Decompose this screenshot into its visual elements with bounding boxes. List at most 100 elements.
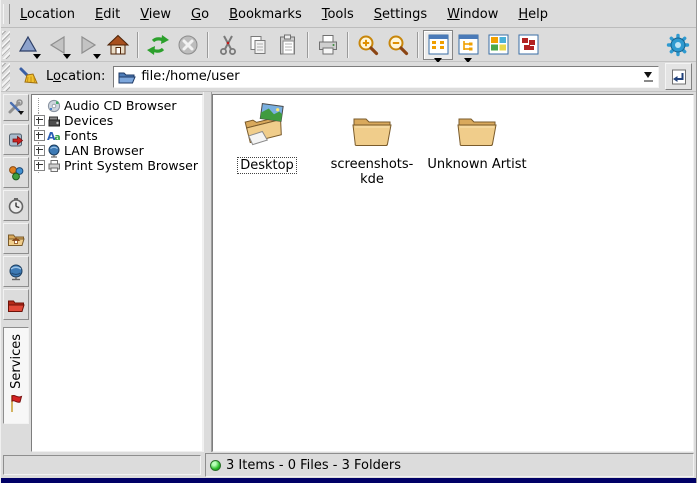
cut-icon — [216, 33, 240, 57]
devices-balls-icon — [7, 164, 25, 182]
menu-go[interactable]: Go — [181, 3, 219, 26]
icon-view-button[interactable] — [423, 30, 453, 60]
go-button[interactable] — [665, 63, 692, 90]
network-globe-icon — [7, 263, 25, 281]
fonts-aa-icon: Aa — [46, 128, 62, 143]
tree-item-fonts[interactable]: Aa Fonts — [32, 128, 202, 143]
main-status-field: 3 Items - 0 Files - 3 Folders — [205, 453, 694, 477]
paste-icon — [276, 33, 300, 57]
menu-location[interactable]: Location — [10, 3, 85, 26]
file-item-desktop[interactable]: Desktop — [221, 101, 313, 174]
sidebar-tab-home[interactable] — [3, 223, 29, 254]
globe-icon — [46, 143, 62, 158]
kde-gear-icon — [666, 33, 690, 57]
desktop-folder-icon — [241, 101, 293, 147]
panel-splitter[interactable] — [203, 92, 212, 452]
sidebar-configure-button[interactable] — [3, 94, 29, 121]
tree-expander[interactable] — [32, 143, 46, 158]
sidebar-tab-bookmarks[interactable] — [3, 124, 29, 155]
kde-gear-button[interactable] — [663, 30, 693, 60]
go-enter-icon — [670, 68, 688, 86]
file-label-unknown-artist[interactable]: Unknown Artist — [425, 157, 528, 172]
clear-location-button[interactable] — [15, 64, 40, 89]
location-toolbar: Location: file:/home/user — [1, 62, 696, 92]
toolbar-separator — [417, 32, 419, 58]
main-area: Services Audio CD Browser — [1, 92, 696, 452]
zoom-in-icon — [356, 33, 380, 57]
file-item-screenshots-kde[interactable]: screenshots-kde — [323, 101, 421, 187]
menu-bookmarks[interactable]: Bookmarks — [219, 3, 312, 26]
menu-edit[interactable]: Edit — [85, 3, 130, 26]
home-folder-icon — [7, 230, 25, 248]
printer-icon — [46, 158, 62, 173]
clear-location-broom-icon — [17, 66, 39, 88]
forward-dropdown-arrow[interactable] — [93, 54, 101, 59]
tree-item-lan-browser[interactable]: LAN Browser — [32, 143, 202, 158]
locationbar-drag-handle[interactable] — [2, 63, 10, 91]
zoom-in-button[interactable] — [353, 30, 383, 60]
sidebar-tab-history[interactable] — [3, 190, 29, 221]
file-label-desktop[interactable]: Desktop — [237, 157, 297, 174]
sidebar-tab-services[interactable]: Services — [3, 327, 29, 424]
menubar-drag-handle[interactable] — [3, 4, 10, 24]
statusbar: 3 Items - 0 Files - 3 Folders — [1, 452, 696, 478]
menu-tools[interactable]: Tools — [312, 3, 364, 26]
zoom-out-icon — [386, 33, 410, 57]
sidebar-tab-devices[interactable] — [3, 157, 29, 188]
location-combo-dropdown[interactable] — [640, 68, 656, 86]
tree-item-audio-cd-browser[interactable]: Audio CD Browser — [32, 98, 202, 113]
folder-icon-view[interactable]: Desktop screenshots-kde — [212, 94, 694, 452]
tree-item-label: Audio CD Browser — [64, 98, 176, 113]
sidebar-tab-network[interactable] — [3, 256, 29, 287]
forward-button[interactable] — [73, 30, 103, 60]
stop-button[interactable] — [173, 30, 203, 60]
folder-icon — [350, 101, 394, 147]
reload-icon — [146, 33, 170, 57]
sidebar-tab-root[interactable] — [3, 289, 29, 320]
tree-guide — [32, 98, 46, 113]
status-text: 3 Items - 0 Files - 3 Folders — [226, 458, 401, 473]
multicolumn-view-icon — [488, 34, 509, 55]
toolbar-drag-handle[interactable] — [2, 31, 10, 59]
menu-window[interactable]: Window — [437, 3, 508, 26]
file-item-unknown-artist[interactable]: Unknown Artist — [421, 101, 533, 172]
status-led-icon — [210, 460, 221, 471]
main-toolbar — [1, 28, 696, 62]
location-input[interactable]: file:/home/user — [141, 69, 640, 84]
svg-text:a: a — [55, 133, 61, 143]
tree-expander[interactable] — [32, 158, 46, 173]
up-dropdown-arrow[interactable] — [33, 54, 41, 59]
menu-help[interactable]: Help — [508, 3, 558, 26]
menu-view[interactable]: View — [130, 3, 181, 26]
toolbar-separator — [307, 32, 309, 58]
copy-icon — [246, 33, 270, 57]
back-dropdown-arrow[interactable] — [63, 54, 71, 59]
tree-expander[interactable] — [32, 113, 46, 128]
location-label: Location: — [46, 69, 105, 84]
folder-icon — [455, 101, 499, 147]
tree-item-devices[interactable]: Devices — [32, 113, 202, 128]
reload-button[interactable] — [143, 30, 173, 60]
home-button[interactable] — [103, 30, 133, 60]
toolbar-separator — [207, 32, 209, 58]
open-folder-icon — [118, 69, 136, 84]
detail-view-button[interactable] — [513, 30, 543, 60]
tree-view-button[interactable] — [453, 30, 483, 60]
multicolumn-view-button[interactable] — [483, 30, 513, 60]
menu-settings[interactable]: Settings — [364, 3, 437, 26]
flag-icon — [8, 393, 24, 413]
cut-button[interactable] — [213, 30, 243, 60]
tree-expander[interactable] — [32, 128, 46, 143]
services-tree-panel: Audio CD Browser Devices Aa Fonts — [31, 94, 203, 452]
copy-button[interactable] — [243, 30, 273, 60]
back-button[interactable] — [43, 30, 73, 60]
print-button[interactable] — [313, 30, 343, 60]
toolbar-separator — [137, 32, 139, 58]
file-label-screenshots-kde[interactable]: screenshots-kde — [323, 157, 421, 187]
up-button[interactable] — [13, 30, 43, 60]
paste-button[interactable] — [273, 30, 303, 60]
location-combobox[interactable]: file:/home/user — [113, 66, 659, 88]
sidebar-status-field — [3, 455, 201, 475]
tree-item-print-system-browser[interactable]: Print System Browser — [32, 158, 202, 173]
zoom-out-button[interactable] — [383, 30, 413, 60]
